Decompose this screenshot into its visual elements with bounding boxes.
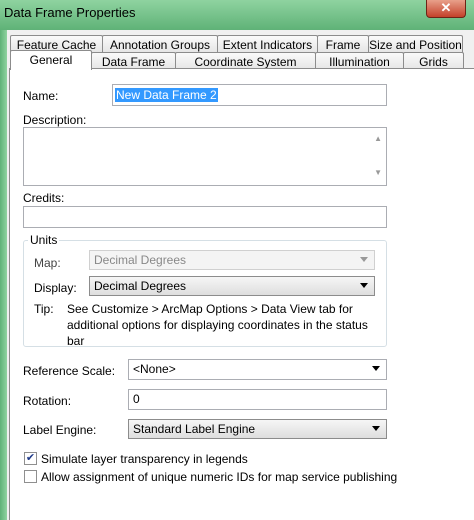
window-title: Data Frame Properties: [4, 5, 136, 20]
tab-label: Grids: [419, 55, 448, 69]
tab-label: Size and Position: [369, 38, 462, 52]
reference-scale-value: <None>: [133, 362, 176, 376]
general-tab-panel: Name: New Data Frame 2 Description: ▲ ▼ …: [9, 68, 474, 520]
display-units-select[interactable]: Decimal Degrees: [89, 276, 375, 296]
units-group-title: Units: [28, 233, 60, 247]
map-units-value: Decimal Degrees: [94, 253, 187, 267]
simulate-transparency-checkbox[interactable]: ✔: [24, 452, 37, 465]
close-icon: ✕: [440, 0, 452, 15]
unique-ids-label: Allow assignment of unique numeric IDs f…: [41, 470, 398, 484]
rotation-value: 0: [133, 392, 140, 406]
scroll-down-icon[interactable]: ▼: [374, 168, 382, 177]
label-engine-select[interactable]: Standard Label Engine: [128, 419, 387, 439]
name-label: Name:: [23, 89, 59, 103]
chevron-down-icon: [360, 283, 368, 288]
tab-label: Data Frame: [101, 55, 166, 69]
chevron-down-icon: [360, 257, 368, 262]
scroll-up-icon[interactable]: ▲: [374, 134, 382, 143]
description-field[interactable]: ▲ ▼: [23, 127, 387, 186]
map-units-label: Map:: [34, 256, 61, 270]
description-label: Description:: [23, 113, 87, 127]
rotation-field[interactable]: 0: [128, 389, 387, 410]
tab-label: Frame: [325, 38, 361, 52]
close-button[interactable]: ✕: [426, 0, 466, 18]
title-bar[interactable]: Data Frame Properties ✕: [0, 0, 474, 30]
rotation-label: Rotation:: [23, 394, 72, 408]
tab-label: Coordinate System: [194, 55, 297, 69]
tab-general[interactable]: General: [10, 50, 92, 70]
label-engine-value: Standard Label Engine: [133, 422, 256, 436]
label-engine-label: Label Engine:: [23, 423, 97, 437]
chevron-down-icon: [372, 426, 380, 431]
credits-label: Credits:: [23, 191, 65, 205]
checkmark-icon: ✔: [25, 452, 36, 464]
tab-label: Extent Indicators: [222, 38, 313, 52]
simulate-transparency-label: Simulate layer transparency in legends: [41, 452, 248, 466]
chevron-down-icon: [372, 366, 380, 371]
display-units-label: Display:: [34, 281, 77, 295]
credits-field[interactable]: [23, 206, 387, 228]
tab-label: Illumination: [329, 55, 390, 69]
unique-ids-checkbox[interactable]: [24, 470, 37, 483]
name-value: New Data Frame 2: [115, 88, 218, 102]
tab-label: General: [29, 53, 73, 67]
reference-scale-label: Reference Scale:: [23, 364, 116, 378]
dialog-client: Feature Cache Annotation Groups Extent I…: [7, 30, 474, 520]
tip-label: Tip:: [34, 302, 54, 316]
tip-text: See Customize > ArcMap Options > Data Vi…: [67, 302, 368, 348]
display-units-value: Decimal Degrees: [94, 279, 187, 293]
name-field[interactable]: New Data Frame 2: [112, 84, 387, 106]
reference-scale-select[interactable]: <None>: [128, 359, 387, 380]
window-border: [0, 30, 7, 520]
tab-label: Annotation Groups: [109, 38, 211, 52]
map-units-select[interactable]: Decimal Degrees: [89, 250, 375, 270]
